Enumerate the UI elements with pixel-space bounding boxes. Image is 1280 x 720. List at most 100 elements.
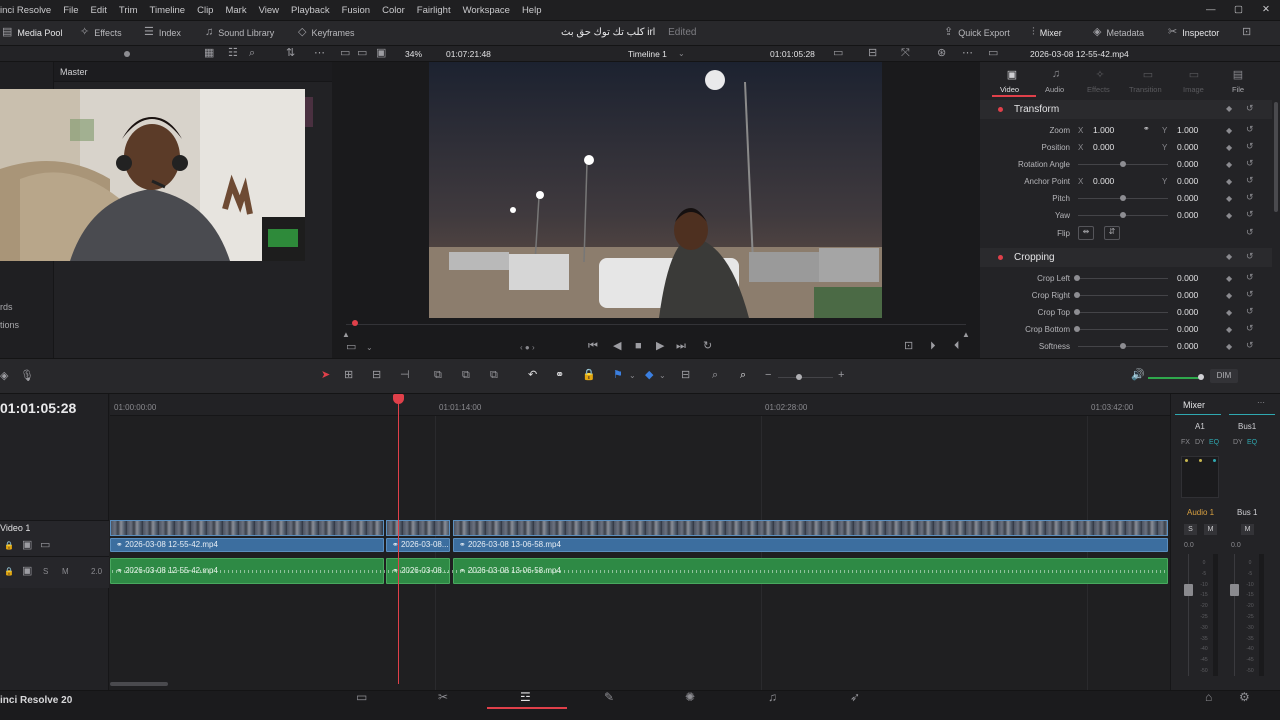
video-clip[interactable]: ⚭ 2026-03-08... — [386, 538, 450, 552]
more-options-icon[interactable]: ⋯ — [1257, 398, 1265, 407]
sound-library-button[interactable]: ♫ Sound Library — [205, 27, 274, 38]
volume-slider[interactable] — [1148, 377, 1200, 379]
timeline-selector[interactable]: Timeline 1 — [628, 49, 667, 59]
lock-icon[interactable]: 🔒 — [582, 370, 596, 381]
menu-edit[interactable]: Edit — [85, 5, 113, 16]
detail-zoom-icon[interactable]: ⌕ — [712, 370, 718, 381]
reset-icon[interactable]: ↺ — [1246, 141, 1254, 152]
more-options-icon[interactable]: ⋯ — [314, 48, 325, 59]
deliver-page-icon[interactable]: ➶ — [850, 690, 860, 704]
clip-thumbnail[interactable] — [0, 89, 305, 261]
flip-horizontal-icon[interactable]: ⇹ — [1078, 226, 1094, 240]
snapping-icon[interactable]: ↶ — [528, 370, 537, 381]
video-tab-icon[interactable]: ▣ — [1002, 68, 1022, 81]
auto-select-icon[interactable]: ▣ — [22, 540, 32, 551]
go-to-start-icon[interactable]: ⏮ — [588, 341, 598, 352]
menu-file[interactable]: File — [57, 5, 84, 16]
reset-icon[interactable]: ↺ — [1246, 158, 1254, 169]
zoom-in-icon[interactable]: + — [838, 370, 844, 381]
metadata-button[interactable]: ◈ Metadata — [1093, 27, 1144, 38]
scrubber-playhead[interactable] — [352, 320, 358, 326]
position-y-field[interactable]: 0.000 — [1177, 142, 1198, 152]
safe-area-icon[interactable]: ▭ — [833, 48, 843, 59]
volume-icon[interactable]: 🔊 — [1131, 370, 1145, 381]
chevron-down-icon[interactable]: ⌄ — [678, 49, 685, 58]
inspector-button[interactable]: ✂ Inspector — [1168, 27, 1219, 38]
menu-trim[interactable]: Trim — [113, 5, 144, 16]
reset-icon[interactable]: ↺ — [1246, 124, 1254, 135]
slider-knob[interactable] — [1120, 212, 1126, 218]
list-view-icon[interactable]: ☷ — [228, 48, 238, 59]
fx-button[interactable]: FX — [1181, 439, 1190, 446]
slider-knob[interactable] — [124, 51, 130, 57]
eq-button[interactable]: EQ — [1209, 439, 1219, 446]
enable-dot[interactable] — [998, 255, 1003, 260]
settings-gear-icon[interactable]: ⚙ — [1239, 690, 1250, 704]
reset-icon[interactable]: ↺ — [1246, 209, 1254, 220]
keyframe-icon[interactable]: ◆ — [1226, 126, 1232, 135]
marker-icon[interactable]: ◆ — [645, 370, 653, 381]
keyframe-icon[interactable]: ◆ — [1226, 252, 1232, 261]
reset-icon[interactable]: ↺ — [1246, 251, 1254, 262]
viewer-zoom[interactable]: 34% — [405, 49, 422, 59]
overwrite-clip-icon[interactable]: ⧉ — [462, 370, 470, 381]
reset-icon[interactable]: ↺ — [1246, 192, 1254, 203]
menu-timeline[interactable]: Timeline — [144, 5, 192, 16]
reset-icon[interactable]: ↺ — [1246, 103, 1254, 114]
fairlight-page-icon[interactable]: ♫ — [768, 690, 777, 704]
pitch-field[interactable]: 0.000 — [1177, 193, 1198, 203]
color-page-icon[interactable]: ✺ — [685, 690, 695, 704]
menu-color[interactable]: Color — [376, 5, 411, 16]
replace-clip-icon[interactable]: ⧉ — [490, 370, 498, 381]
viewer-mode-icon[interactable]: ▭ — [340, 48, 350, 59]
keyframe-icon[interactable]: ◆ — [1226, 308, 1232, 317]
full-extent-zoom-icon[interactable]: ⊟ — [681, 370, 690, 381]
slider-knob[interactable] — [796, 374, 802, 380]
jog-control[interactable]: ‹ ● › — [520, 343, 535, 352]
crop-top-slider[interactable] — [1078, 312, 1168, 313]
zoom-y-field[interactable]: 1.000 — [1177, 125, 1198, 135]
close-icon[interactable]: ✕ — [1256, 4, 1276, 15]
trim-tool-icon[interactable]: ⊞ — [344, 370, 353, 381]
reset-icon[interactable]: ↺ — [1246, 175, 1254, 186]
slider-knob[interactable] — [1198, 374, 1204, 380]
viewer-options-icon[interactable]: ▭ — [346, 342, 356, 353]
bin-item[interactable]: rds — [0, 302, 13, 312]
slider-knob[interactable] — [1074, 292, 1080, 298]
match-frame-icon[interactable]: ⊡ — [904, 341, 913, 352]
auto-select-icon[interactable]: ▣ — [22, 566, 32, 577]
pan-control[interactable] — [1181, 456, 1219, 498]
search-icon[interactable]: ⌕ — [249, 48, 255, 59]
crop-top-field[interactable]: 0.000 — [1177, 307, 1198, 317]
reset-icon[interactable]: ↺ — [1246, 272, 1254, 283]
solo-button[interactable]: S — [1184, 524, 1197, 535]
menu-workspace[interactable]: Workspace — [457, 5, 516, 16]
keyframe-icon[interactable]: ◆ — [1226, 211, 1232, 220]
index-button[interactable]: ☰ Index — [144, 27, 181, 38]
reset-icon[interactable]: ↺ — [1246, 340, 1254, 351]
tab-file[interactable]: File — [1232, 85, 1244, 94]
dynamics-button[interactable]: DY — [1195, 439, 1205, 446]
menu-app[interactable]: inci Resolve — [0, 5, 57, 16]
effects-button[interactable]: ✧ Effects — [80, 27, 122, 38]
eq-button[interactable]: EQ — [1247, 439, 1257, 446]
more-icon[interactable]: ⋯ — [962, 48, 973, 59]
mixer-button[interactable]: ⫶ Mixer — [1032, 27, 1062, 38]
keyframe-icon[interactable]: ◆ — [1226, 194, 1232, 203]
fader-knob[interactable] — [1230, 584, 1239, 596]
video-clip-thumbnails[interactable] — [386, 520, 450, 536]
timeline-scrollbar[interactable] — [110, 682, 168, 686]
in-marker-icon[interactable]: ▲ — [342, 330, 350, 339]
rotation-field[interactable]: 0.000 — [1177, 159, 1198, 169]
reset-icon[interactable]: ↺ — [1246, 306, 1254, 317]
grid-view-icon[interactable]: ▦ — [204, 48, 214, 59]
zoom-out-icon[interactable]: − — [765, 370, 771, 381]
menu-mark[interactable]: Mark — [219, 5, 252, 16]
zoom-x-field[interactable]: 1.000 — [1093, 125, 1114, 135]
maximize-icon[interactable]: ▢ — [1228, 4, 1249, 15]
inspector-scrollbar[interactable] — [1274, 102, 1278, 212]
crop-left-slider[interactable] — [1078, 278, 1168, 279]
home-icon[interactable]: ⌂ — [1205, 690, 1212, 704]
media-pool-button[interactable]: ▤ Media Pool — [2, 27, 62, 38]
crop-left-field[interactable]: 0.000 — [1177, 273, 1198, 283]
